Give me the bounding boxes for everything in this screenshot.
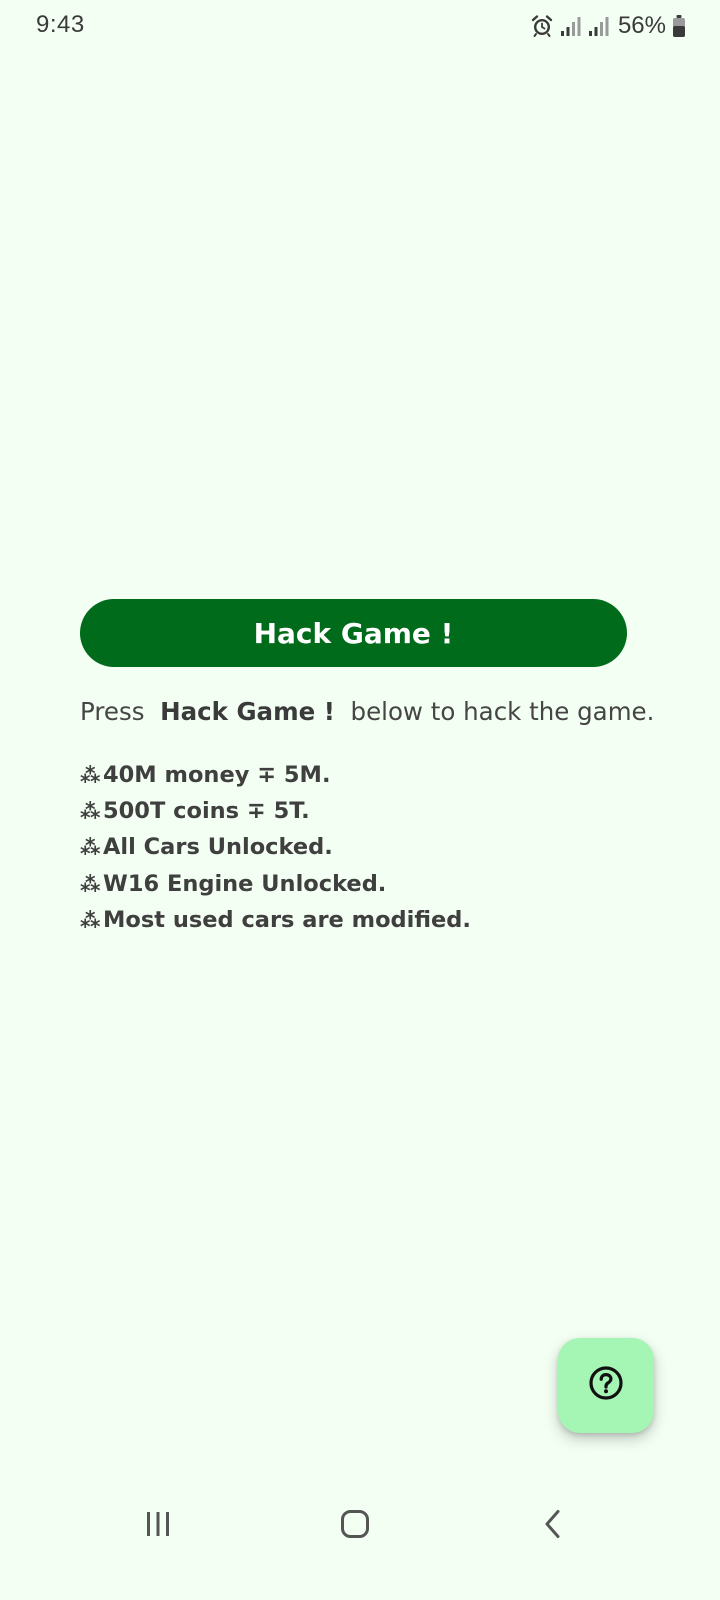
back-icon — [541, 1509, 565, 1544]
home-button[interactable] — [330, 1504, 380, 1548]
feature-list: ⁂ 40M money ∓ 5M. ⁂ 500T coins ∓ 5T. ⁂ A… — [80, 757, 471, 938]
battery-icon — [672, 14, 686, 38]
bullet-icon: ⁂ — [80, 871, 101, 896]
signal-icon — [560, 14, 582, 38]
help-fab-button[interactable] — [558, 1338, 654, 1433]
list-item: ⁂ All Cars Unlocked. — [80, 829, 471, 865]
recent-apps-button[interactable] — [133, 1504, 183, 1548]
feature-text: 500T coins ∓ 5T. — [103, 798, 310, 825]
bullet-icon: ⁂ — [80, 799, 101, 824]
recent-apps-icon — [144, 1510, 172, 1543]
battery-percent: 56% — [617, 12, 666, 39]
back-button[interactable] — [528, 1504, 578, 1548]
alarm-icon — [530, 14, 554, 38]
help-icon — [588, 1365, 624, 1406]
feature-text: 40M money ∓ 5M. — [103, 762, 331, 789]
list-item: ⁂ W16 Engine Unlocked. — [80, 866, 471, 902]
feature-text: Most used cars are modified. — [103, 906, 471, 933]
instruction-suffix: below to hack the game. — [350, 697, 655, 726]
signal-icon — [588, 14, 610, 38]
bullet-icon: ⁂ — [80, 835, 101, 860]
status-bar: 9:43 56% — [0, 0, 720, 54]
list-item: ⁂ 40M money ∓ 5M. — [80, 757, 471, 793]
hack-game-button[interactable]: Hack Game ! — [80, 599, 627, 667]
instruction-text: Press Hack Game ! below to hack the game… — [80, 694, 680, 730]
home-icon — [340, 1509, 370, 1544]
feature-text: W16 Engine Unlocked. — [103, 870, 387, 897]
list-item: ⁂ Most used cars are modified. — [80, 902, 471, 938]
list-item: ⁂ 500T coins ∓ 5T. — [80, 793, 471, 829]
instruction-prefix: Press — [80, 697, 145, 726]
status-icons: 56% — [530, 11, 686, 41]
status-time: 9:43 — [36, 11, 85, 38]
feature-text: All Cars Unlocked. — [103, 834, 333, 861]
navigation-bar — [0, 1490, 720, 1562]
instruction-highlight: Hack Game ! — [160, 697, 335, 726]
bullet-icon: ⁂ — [80, 907, 101, 932]
bullet-icon: ⁂ — [80, 763, 101, 788]
